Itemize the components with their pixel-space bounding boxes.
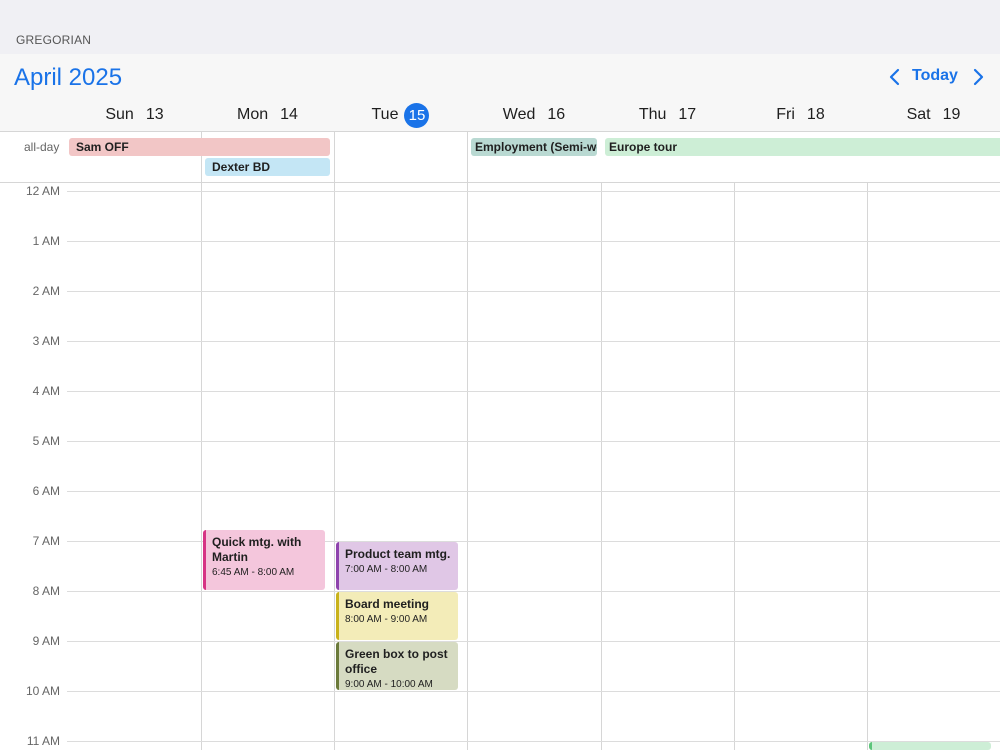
day-header-sat[interactable]: Sat 19 bbox=[867, 103, 1000, 127]
event-time: 7:00 AM - 8:00 AM bbox=[345, 564, 428, 575]
calendar-event[interactable] bbox=[869, 742, 991, 750]
hour-line bbox=[67, 241, 1000, 242]
hour-line bbox=[67, 691, 1000, 692]
day-name: Sun bbox=[105, 106, 134, 123]
day-header-sun[interactable]: Sun 13 bbox=[68, 103, 201, 127]
day-divider bbox=[867, 183, 868, 750]
day-number: 19 bbox=[942, 106, 961, 123]
hour-label: 5 AM bbox=[32, 434, 60, 448]
hour-line bbox=[67, 391, 1000, 392]
hour-label: 12 AM bbox=[25, 184, 60, 198]
hour-label: 2 AM bbox=[32, 284, 60, 298]
calendar-event[interactable]: Quick mtg. with Martin 6:45 AM - 8:00 AM bbox=[203, 530, 325, 590]
day-number: 16 bbox=[547, 106, 566, 123]
day-header-tue[interactable]: Tue 15 bbox=[334, 102, 467, 128]
chevron-right-icon[interactable] bbox=[968, 66, 988, 88]
hour-line bbox=[67, 441, 1000, 442]
event-time: 8:00 AM - 9:00 AM bbox=[345, 614, 428, 625]
hour-label: 3 AM bbox=[32, 334, 60, 348]
day-name: Tue bbox=[371, 106, 399, 123]
today-button[interactable]: Today bbox=[912, 67, 958, 85]
calendar-event[interactable]: Product team mtg. 7:00 AM - 8:00 AM bbox=[336, 542, 458, 590]
top-bar bbox=[0, 0, 1000, 54]
hour-line bbox=[67, 491, 1000, 492]
all-day-event[interactable]: Sam OFF bbox=[69, 138, 330, 156]
hour-line bbox=[67, 741, 1000, 742]
all-day-event[interactable]: Europe tour bbox=[605, 138, 1000, 156]
chevron-left-icon[interactable] bbox=[885, 66, 905, 88]
event-time: 9:00 AM - 10:00 AM bbox=[345, 679, 433, 690]
day-number: 13 bbox=[145, 106, 164, 123]
all-day-event[interactable]: Employment (Semi-weekly) bbox=[471, 138, 597, 156]
hour-label: 9 AM bbox=[32, 634, 60, 648]
day-divider bbox=[601, 183, 602, 750]
day-number: 14 bbox=[280, 106, 298, 123]
event-title: Green box to post office bbox=[345, 647, 448, 676]
event-title: Product team mtg. bbox=[345, 547, 451, 561]
all-day-label: all-day bbox=[24, 140, 60, 154]
hour-line bbox=[67, 291, 1000, 292]
day-name: Thu bbox=[638, 106, 667, 123]
calendar-event[interactable]: Board meeting 8:00 AM - 9:00 AM bbox=[336, 592, 458, 640]
day-name: Wed bbox=[502, 106, 536, 123]
event-time: 6:45 AM - 8:00 AM bbox=[212, 567, 295, 578]
day-divider bbox=[734, 183, 735, 750]
today-day-number: 15 bbox=[404, 102, 430, 128]
day-number: 17 bbox=[678, 106, 697, 123]
hour-line bbox=[67, 341, 1000, 342]
event-title: Quick mtg. with Martin bbox=[212, 535, 302, 564]
day-header-mon[interactable]: Mon 14 bbox=[201, 103, 334, 127]
calendar-system-label: GREGORIAN bbox=[16, 33, 92, 47]
hour-label: 8 AM bbox=[32, 584, 60, 598]
event-title: Board meeting bbox=[345, 597, 430, 611]
hour-label: 11 AM bbox=[26, 734, 60, 748]
hour-line bbox=[67, 191, 1000, 192]
day-header-thu[interactable]: Thu 17 bbox=[601, 103, 734, 127]
month-title: April 2025 bbox=[14, 64, 123, 91]
day-number: 18 bbox=[806, 106, 825, 123]
day-name: Mon bbox=[237, 106, 269, 123]
hour-label: 7 AM bbox=[32, 534, 60, 548]
day-name: Sat bbox=[906, 106, 931, 123]
hour-label: 6 AM bbox=[32, 484, 60, 498]
hour-label: 10 AM bbox=[25, 684, 60, 698]
hour-label: 4 AM bbox=[32, 384, 60, 398]
day-header-fri[interactable]: Fri 18 bbox=[734, 103, 867, 127]
hour-line bbox=[67, 591, 1000, 592]
day-name: Fri bbox=[776, 106, 795, 123]
day-header-wed[interactable]: Wed 16 bbox=[467, 103, 601, 127]
hour-line bbox=[67, 641, 1000, 642]
all-day-event[interactable]: Dexter BD bbox=[205, 158, 330, 176]
calendar-event[interactable]: Green box to post office 9:00 AM - 10:00… bbox=[336, 642, 458, 690]
hour-label: 1 AM bbox=[32, 234, 60, 248]
